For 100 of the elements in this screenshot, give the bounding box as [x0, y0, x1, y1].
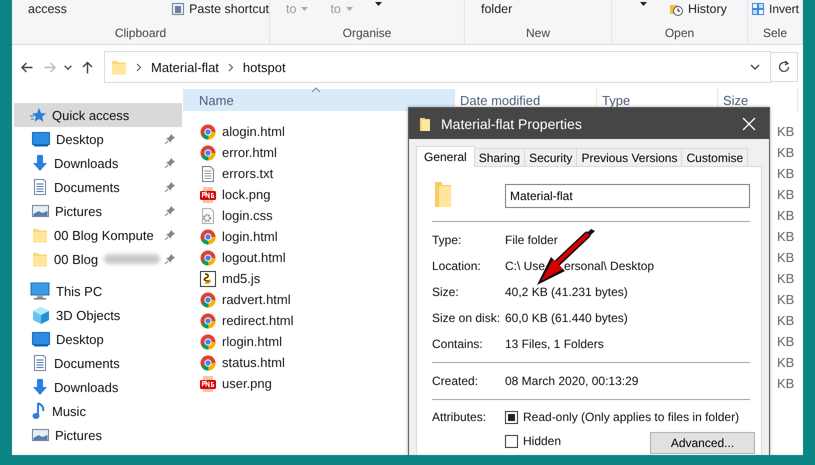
breadcrumb[interactable]: Material-flat — [151, 60, 219, 74]
property-value: 60,0 KB (61.440 bytes) — [505, 311, 628, 325]
tab[interactable]: Security — [524, 148, 578, 166]
ribbon-label[interactable]: access — [28, 2, 67, 16]
right-arrow-icon — [42, 60, 56, 74]
table-cell-text: KB — [776, 313, 794, 328]
browser-file-icon — [200, 312, 216, 328]
nav-item[interactable]: 3D Objects — [12, 303, 182, 327]
document-icon — [32, 355, 48, 371]
music-note-icon — [32, 402, 46, 420]
property-label: Contains: — [432, 337, 484, 351]
browser-file-icon — [200, 124, 216, 140]
nav-item[interactable]: Music — [12, 399, 182, 423]
property-value: C:\ Use — [505, 259, 546, 273]
down-arrow-icon — [32, 379, 48, 395]
checkbox[interactable] — [505, 410, 518, 424]
tab[interactable]: Customise — [681, 148, 748, 166]
caret-icon — [301, 7, 308, 11]
file-name[interactable]: user.png — [222, 376, 272, 391]
ribbon-label[interactable]: folder — [481, 2, 512, 16]
file-name[interactable]: login.html — [222, 229, 278, 244]
property-value: 08 March 2020, 00:13:29 — [505, 374, 638, 388]
file-name[interactable]: status.html — [222, 355, 285, 370]
table-cell-text: KB — [776, 355, 794, 370]
ribbon-group-label: Open — [664, 25, 696, 40]
window-title: Material-flat Properties — [441, 116, 582, 132]
checkbox-label[interactable]: Read-only (Only applies to files in folder) — [523, 410, 740, 424]
browser-file-icon — [200, 354, 216, 370]
ribbon-group-label: Organise — [342, 25, 392, 40]
file-name[interactable]: logout.html — [222, 250, 286, 265]
property-label: Size on disk: — [432, 311, 502, 325]
nav-item[interactable]: Pictures — [12, 199, 182, 223]
cube-icon — [32, 306, 50, 324]
nav-item[interactable]: Pictures — [12, 423, 182, 447]
column-header[interactable]: Name — [183, 89, 455, 111]
nav-item[interactable]: Desktop — [12, 127, 182, 151]
nav-section[interactable]: Quick access — [14, 103, 182, 127]
tab[interactable]: General — [416, 146, 475, 167]
file-name[interactable]: error.html — [222, 145, 277, 160]
nav-item[interactable]: Downloads — [12, 151, 182, 175]
close-icon — [742, 116, 756, 130]
file-name[interactable]: login.css — [222, 208, 273, 223]
caret-icon[interactable] — [640, 2, 647, 6]
browser-file-icon — [200, 228, 216, 244]
breadcrumb[interactable]: hotspot — [242, 60, 286, 74]
file-name[interactable]: redirect.html — [222, 313, 294, 328]
table-cell-text: KB — [776, 124, 794, 139]
invert-selection-button[interactable]: Invert — [769, 2, 800, 16]
nav-item[interactable]: Desktop — [12, 327, 182, 351]
table-cell-text: KB — [776, 292, 794, 307]
nav-item[interactable]: Documents — [12, 175, 182, 199]
folder-icon — [419, 116, 431, 132]
property-label: Size: — [432, 285, 460, 299]
star-icon — [30, 107, 46, 123]
chevron-down-icon — [750, 64, 760, 70]
address-bar[interactable]: Material-flat hotspot — [104, 51, 771, 83]
name-field[interactable]: Material-flat — [505, 184, 750, 208]
file-name[interactable]: lock.png — [222, 187, 270, 202]
file-name[interactable]: md5.js — [222, 271, 260, 286]
property-value: ersonal\ Desktop — [564, 259, 654, 273]
browser-file-icon — [200, 334, 216, 350]
nav-section[interactable]: This PC — [14, 279, 182, 303]
folder-icon — [32, 227, 48, 243]
script-file-icon — [200, 270, 216, 286]
refresh-button[interactable] — [771, 52, 798, 82]
monitor-icon — [32, 131, 50, 147]
browser-file-icon — [200, 144, 216, 160]
nav-item[interactable]: Downloads — [12, 375, 182, 399]
property-value: File folder — [505, 233, 558, 247]
file-name[interactable]: errors.txt — [222, 166, 274, 181]
nav-item[interactable]: 00 Blog — [12, 247, 182, 271]
table-cell-text: KB — [776, 166, 794, 181]
checkbox-label[interactable]: Hidden — [523, 434, 562, 448]
paste-shortcut-label[interactable]: Paste shortcut — [189, 2, 269, 16]
refresh-icon — [777, 60, 791, 74]
advanced-button[interactable]: Advanced... — [650, 432, 755, 454]
checkbox[interactable] — [505, 434, 518, 448]
chevron-down-icon — [64, 64, 72, 70]
caret-icon[interactable] — [374, 2, 382, 6]
text-file-icon — [200, 166, 216, 182]
property-label: Created: — [432, 374, 480, 388]
image-file-icon — [200, 186, 216, 202]
file-name[interactable]: rlogin.html — [222, 334, 282, 349]
browser-file-icon — [200, 292, 216, 308]
picture-icon — [32, 204, 49, 218]
property-value: 40,2 KB (41.231 bytes) — [505, 285, 628, 299]
table-cell-text: KB — [776, 271, 794, 286]
computer-icon — [30, 282, 50, 300]
nav-item[interactable]: Documents — [12, 351, 182, 375]
file-name[interactable]: radvert.html — [222, 292, 291, 307]
tab[interactable]: Sharing — [474, 148, 526, 166]
table-cell-text: KB — [776, 145, 794, 160]
history-button[interactable]: History — [688, 2, 727, 16]
grid-icon — [752, 3, 764, 15]
up-arrow-icon — [80, 60, 94, 74]
gear-file-icon — [200, 208, 216, 224]
nav-item[interactable]: 00 Blog Kompute — [12, 223, 182, 247]
chevron-icon — [136, 62, 142, 72]
document-icon — [32, 179, 48, 195]
file-name[interactable]: alogin.html — [222, 124, 285, 139]
